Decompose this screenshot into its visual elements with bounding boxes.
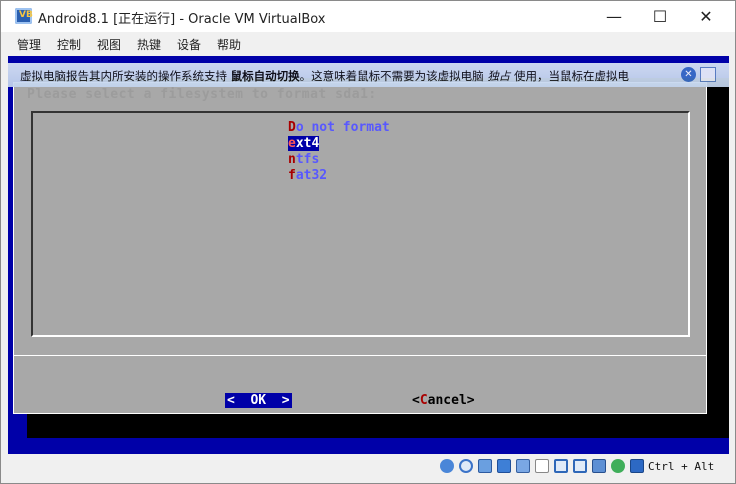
- title-bar[interactable]: VB Android8.1 [正在运行] - Oracle VM Virtual…: [1, 1, 735, 32]
- notice-text-part: 虚拟电脑报告其内所安装的操作系统支持: [20, 69, 231, 83]
- option-label: at32: [295, 168, 328, 183]
- keyboard-capture-icon[interactable]: [630, 459, 644, 473]
- option-ext4[interactable]: ext4: [288, 136, 320, 151]
- option-ntfs[interactable]: ntfs: [288, 152, 319, 167]
- cancel-label: ancel>: [427, 393, 475, 408]
- ok-button[interactable]: < OK >: [225, 393, 292, 408]
- minimize-button[interactable]: —: [591, 1, 637, 32]
- option-label: tfs: [295, 152, 320, 167]
- notice-text-bold: 鼠标自动切换: [230, 69, 300, 83]
- virtualbox-app-icon: VB: [15, 8, 33, 24]
- optical-drive-icon[interactable]: [459, 459, 473, 473]
- option-hotkey: n: [288, 152, 296, 167]
- usb-icon[interactable]: [516, 459, 530, 473]
- option-hotkey: D: [288, 120, 296, 135]
- cancel-hotkey: C: [419, 393, 428, 408]
- menu-bar: 管理 控制 视图 热键 设备 帮助: [1, 32, 735, 56]
- format-filesystem-dialog: Please select a filesystem to format sda…: [13, 82, 707, 414]
- option-fat32[interactable]: fat32: [288, 168, 327, 183]
- menu-item-view[interactable]: 视图: [97, 36, 121, 53]
- window-title: Android8.1 [正在运行] - Oracle VM VirtualBox: [38, 12, 326, 27]
- virtualbox-window: VB Android8.1 [正在运行] - Oracle VM Virtual…: [0, 0, 736, 484]
- hard-disk-icon[interactable]: [440, 459, 454, 473]
- shared-folders-icon[interactable]: [535, 459, 549, 473]
- vm-display[interactable]: Please select a filesystem to format sda…: [8, 56, 729, 454]
- maximize-button[interactable]: ☐: [637, 1, 683, 32]
- option-label: o not format: [295, 120, 390, 135]
- menu-item-control[interactable]: 控制: [57, 36, 81, 53]
- menu-item-hotkeys[interactable]: 热键: [137, 36, 161, 53]
- option-hotkey: f: [288, 168, 296, 183]
- cancel-button[interactable]: <Cancel>: [412, 393, 475, 408]
- menu-item-devices[interactable]: 设备: [177, 36, 201, 53]
- option-do-not-format[interactable]: Do not format: [288, 120, 390, 135]
- status-bar: Ctrl + Alt: [1, 454, 735, 483]
- close-button[interactable]: ✕: [683, 1, 729, 32]
- mouse-integration-notice: 虚拟电脑报告其内所安装的操作系统支持 鼠标自动切换。这意味着鼠标不需要为该虚拟电…: [8, 63, 729, 87]
- mouse-integration-icon[interactable]: [611, 459, 625, 473]
- host-key-label: Ctrl + Alt: [648, 460, 715, 473]
- notice-text-part: 使用，当鼠标在虚拟电: [510, 69, 629, 83]
- video-capture-icon[interactable]: [573, 459, 587, 473]
- menu-item-manage[interactable]: 管理: [17, 36, 41, 53]
- notice-text-part: 。这意味着鼠标不需要为该虚拟电脑: [299, 69, 488, 83]
- display-icon[interactable]: [554, 459, 568, 473]
- audio-icon[interactable]: [478, 459, 492, 473]
- option-label: xt4: [295, 136, 320, 151]
- dialog-separator: [14, 355, 706, 356]
- notice-close-icon[interactable]: ✕: [681, 67, 696, 82]
- network-icon[interactable]: [497, 459, 511, 473]
- notice-mouse-icon[interactable]: [700, 67, 716, 82]
- notice-text: 虚拟电脑报告其内所安装的操作系统支持 鼠标自动切换。这意味着鼠标不需要为该虚拟电…: [20, 68, 629, 84]
- virtualization-icon[interactable]: [592, 459, 606, 473]
- dialog-prompt: Please select a filesystem to format sda…: [27, 87, 377, 102]
- filesystem-list[interactable]: Do not format ext4 ntfs fat32: [31, 111, 690, 337]
- cancel-bracket: <: [412, 393, 420, 408]
- menu-item-help[interactable]: 帮助: [217, 36, 241, 53]
- notice-text-italic: 独占: [487, 69, 511, 83]
- option-hotkey: e: [288, 136, 296, 151]
